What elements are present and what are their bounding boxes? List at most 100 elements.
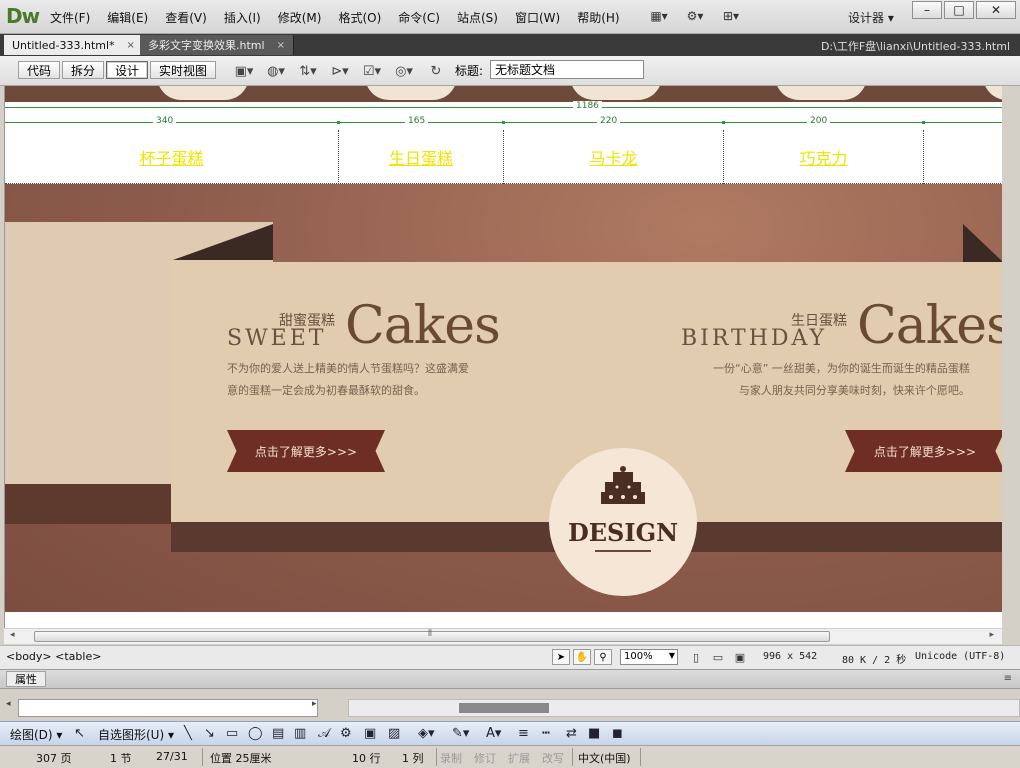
tab-colorful-text[interactable]: 多彩文字变换效果.html × <box>140 35 294 55</box>
scroll-left-icon[interactable]: ◂ <box>6 699 11 709</box>
split-view-button[interactable]: 拆分 <box>62 61 105 79</box>
menu-commands[interactable]: 命令(C) <box>398 9 440 26</box>
validate-icon[interactable]: ⊳▾ <box>328 62 352 80</box>
ruler-tick <box>922 121 925 124</box>
visual-aids-icon[interactable]: ☑▾ <box>360 62 384 80</box>
horizontal-scrollbar[interactable]: ◂ ⦀ ▸ <box>4 628 1002 644</box>
menu-format[interactable]: 格式(O) <box>338 9 381 26</box>
menu-file[interactable]: 文件(F) <box>50 9 90 26</box>
document-title-input[interactable] <box>490 60 644 79</box>
scroll-right-icon[interactable]: ▸ <box>989 630 994 640</box>
scroll-right-icon[interactable]: ▸ <box>312 699 317 709</box>
textbox-icon[interactable]: ▤ <box>272 726 284 741</box>
diagram-icon[interactable]: ⚙ <box>340 726 352 741</box>
pointer-icon[interactable]: ➤ <box>552 649 570 665</box>
preview-browser-icon[interactable]: ◍▾ <box>264 62 288 80</box>
zoom-icon[interactable]: ⚲ <box>594 649 612 665</box>
layout-icon[interactable]: ▦▾ <box>648 7 670 25</box>
site-icon[interactable]: ⊞▾ <box>720 7 742 25</box>
draw-menu[interactable]: 绘图(D) ▾ <box>10 726 62 743</box>
vertical-textbox-icon[interactable]: ▥ <box>294 726 306 741</box>
scroll-left-icon[interactable]: ◂ <box>10 630 15 640</box>
close-icon[interactable]: × <box>127 40 135 51</box>
3d-icon[interactable]: ◼ <box>612 726 623 741</box>
dash-style-icon[interactable]: ┅ <box>542 726 550 741</box>
file-management-icon[interactable]: ⇅▾ <box>296 62 320 80</box>
cookie-image <box>983 86 1002 100</box>
check-browser-icon[interactable]: ◎▾ <box>392 62 416 80</box>
nav-cell: 巧克力 <box>724 130 924 184</box>
window-controls: – □ ✕ <box>912 1 1016 19</box>
font-color-icon[interactable]: A▾ <box>486 726 501 741</box>
wordart-icon[interactable]: 𝒜 <box>318 726 330 741</box>
line-style-icon[interactable]: ≡ <box>518 726 529 741</box>
maximize-button[interactable]: □ <box>944 1 974 19</box>
record-indicator[interactable]: 录制 <box>440 750 462 766</box>
hand-icon[interactable]: ✋ <box>573 649 591 665</box>
nav-link-cupcake[interactable]: 杯子蛋糕 <box>139 145 203 169</box>
draw-menu-label: 绘图(D) <box>10 728 53 742</box>
desc-line: 意的蛋糕一定会成为初春最酥软的甜食。 <box>227 384 425 397</box>
menu-insert[interactable]: 插入(I) <box>224 9 261 26</box>
nav-link-chocolate[interactable]: 巧克力 <box>799 145 847 169</box>
mobile-size-icon[interactable]: ▯ <box>688 649 704 665</box>
line-number: 10 行 <box>352 752 381 765</box>
workspace-switcher[interactable]: 设计器 ▾ <box>848 9 894 26</box>
code-view-button[interactable]: 代码 <box>18 61 61 79</box>
drawing-toolbar: 绘图(D) ▾ ↖ 自选图形(U) ▾ ╲ ↘ ▭ ◯ ▤ ▥ 𝒜 ⚙ ▣ ▨ … <box>0 721 1020 745</box>
fold-shadow <box>963 224 1002 262</box>
autoshapes-menu[interactable]: 自选图形(U) ▾ <box>98 726 174 743</box>
nav-link-macaron[interactable]: 马卡龙 <box>589 145 637 169</box>
shadow-icon[interactable]: ■ <box>588 726 600 741</box>
menu-help[interactable]: 帮助(H) <box>577 9 619 26</box>
nav-link-birthday-cake[interactable]: 生日蛋糕 <box>389 145 453 169</box>
workspace-label: 设计器 <box>848 11 885 25</box>
chevron-down-icon: ▾ <box>887 11 894 25</box>
arrow-style-icon[interactable]: ⇄ <box>566 726 577 741</box>
design-view-button[interactable]: 设计 <box>106 61 149 79</box>
overtype-indicator[interactable]: 改写 <box>542 750 564 766</box>
menu-edit[interactable]: 编辑(E) <box>107 9 148 26</box>
clipart-icon[interactable]: ▣ <box>364 726 376 741</box>
multiscreen-icon[interactable]: ▣▾ <box>232 62 256 80</box>
menu-site[interactable]: 站点(S) <box>457 9 498 26</box>
refresh-icon[interactable]: ↻ <box>424 62 448 80</box>
close-button[interactable]: ✕ <box>976 1 1016 19</box>
properties-panel-header: 属性 ≡ <box>0 669 1020 689</box>
line-icon[interactable]: ╲ <box>184 726 192 741</box>
sweet-cakes-desc: 不为你的爱人送上精美的情人节蛋糕吗？这盛满爱 意的蛋糕一定会成为初春最酥软的甜食… <box>227 358 469 402</box>
zoom-select[interactable]: 100% ▼ <box>620 649 678 665</box>
arrow-icon[interactable]: ↘ <box>204 726 215 741</box>
scrollbar-thumb[interactable] <box>34 631 830 642</box>
picture-icon[interactable]: ▨ <box>388 726 400 741</box>
panel-options-icon[interactable]: ≡ <box>1004 673 1012 684</box>
select-objects-icon[interactable]: ↖ <box>74 726 85 741</box>
desktop-size-icon[interactable]: ▣ <box>732 649 748 665</box>
line-color-icon[interactable]: ✎▾ <box>452 726 469 741</box>
menu-view[interactable]: 查看(V) <box>165 9 207 26</box>
extend-indicator[interactable]: 扩展 <box>508 750 530 766</box>
desc-line: 与家人朋友共同分享美味时刻，快来许个愿吧。 <box>738 384 970 397</box>
tab-untitled-333[interactable]: Untitled-333.html* × <box>4 35 144 55</box>
learn-more-button[interactable]: 点击了解更多>>> <box>227 430 385 472</box>
scroll-segment[interactable] <box>459 703 549 713</box>
properties-tab[interactable]: 属性 <box>6 671 46 687</box>
menu-modify[interactable]: 修改(M) <box>278 9 322 26</box>
oval-icon[interactable]: ◯ <box>248 726 263 741</box>
window-size[interactable]: 996 x 542 <box>763 651 817 662</box>
horizontal-scroll-track[interactable] <box>18 699 318 717</box>
menu-window[interactable]: 窗口(W) <box>515 9 560 26</box>
fill-color-icon[interactable]: ◈▾ <box>418 726 435 741</box>
close-icon[interactable]: × <box>277 40 285 51</box>
rectangle-icon[interactable]: ▭ <box>226 726 238 741</box>
gear-icon[interactable]: ⚙▾ <box>684 7 706 25</box>
learn-more-button[interactable]: 点击了解更多>>> <box>845 430 1002 472</box>
tablet-size-icon[interactable]: ▭ <box>710 649 726 665</box>
word-status-bar: 307 页 1 节 27/31 位置 25厘米 10 行 1 列 录制 修订 扩… <box>0 745 1020 768</box>
track-changes-indicator[interactable]: 修订 <box>474 750 496 766</box>
tag-selector[interactable]: <body> <table> <box>6 650 101 663</box>
design-canvas[interactable]: 1186 340 165 220 200 杯子蛋糕 生日蛋糕 马卡龙 巧克力 甜… <box>4 86 1002 628</box>
live-view-button[interactable]: 实时视图 <box>150 61 217 79</box>
minimize-button[interactable]: – <box>912 1 942 19</box>
view-mode-buttons: 代码 拆分 设计 实时视图 <box>18 61 218 79</box>
